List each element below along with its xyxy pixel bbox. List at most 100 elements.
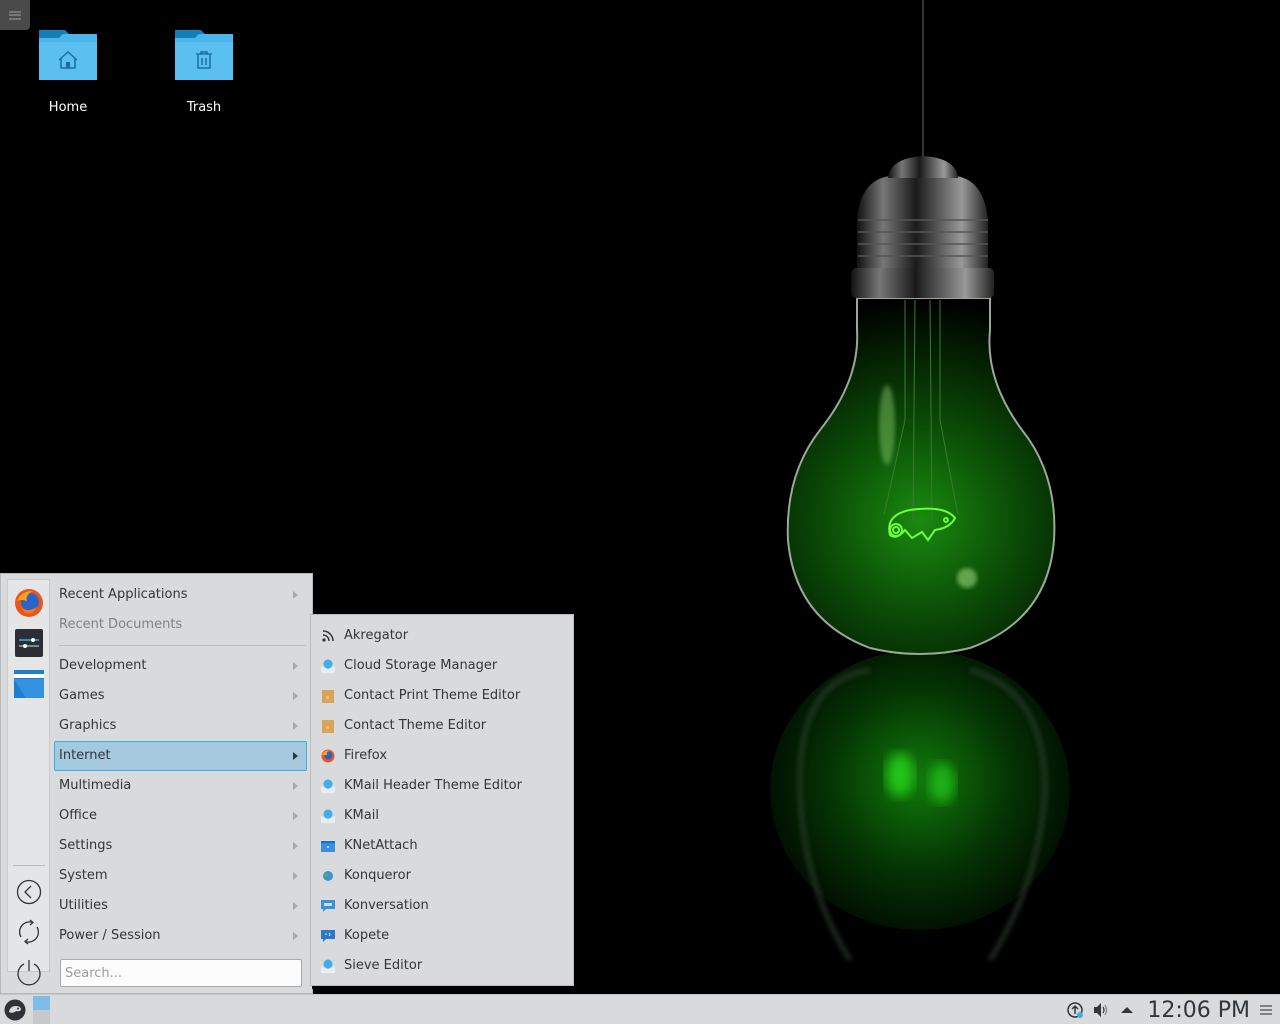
submenu-item-label: KNetAttach	[344, 838, 418, 853]
tray-updates[interactable]	[1065, 1000, 1085, 1020]
menu-item-label: Utilities	[59, 898, 108, 913]
desktop-icon-trash[interactable]: Trash	[154, 28, 254, 115]
menu-item-multimedia[interactable]: Multimedia	[54, 771, 307, 801]
menu-item-label: Settings	[59, 838, 113, 853]
chat-smiley-icon	[321, 930, 335, 942]
mail-envelope-icon	[321, 779, 335, 793]
menu-item-internet[interactable]: Internet	[54, 741, 307, 771]
chat-bubble-icon	[321, 900, 335, 912]
favorite-file-manager[interactable]	[13, 668, 45, 700]
digital-clock[interactable]: 12:06 PM	[1147, 998, 1250, 1023]
menu-item-label: Office	[59, 808, 97, 823]
chevron-right-icon	[293, 722, 298, 730]
mail-envelope-icon	[321, 659, 335, 673]
firefox-icon	[321, 749, 335, 763]
tray-volume[interactable]	[1091, 1000, 1111, 1020]
submenu-item-cloud-storage-manager[interactable]: Cloud Storage Manager	[311, 651, 573, 681]
menu-separator	[59, 645, 306, 646]
chevron-right-icon	[293, 842, 298, 850]
menu-item-power-session[interactable]: Power / Session	[54, 921, 307, 951]
search-input[interactable]	[60, 959, 302, 987]
submenu-item-kmail-header-theme-editor[interactable]: KMail Header Theme Editor	[311, 771, 573, 801]
menu-item-label: System	[59, 868, 108, 883]
menu-categories: Recent Applications Recent Documents Dev…	[54, 580, 307, 951]
back-arrow-icon	[16, 879, 42, 905]
hamburger-menu-icon	[9, 10, 21, 20]
folder-home-icon	[39, 28, 97, 80]
submenu-item-sieve-editor[interactable]: Sieve Editor	[311, 951, 573, 981]
taskbar-panel: 12:06 PM	[0, 994, 1280, 1024]
menu-item-graphics[interactable]: Graphics	[54, 711, 307, 741]
menu-item-utilities[interactable]: Utilities	[54, 891, 307, 921]
menu-item-recent-applications[interactable]: Recent Applications	[54, 580, 307, 610]
menu-item-office[interactable]: Office	[54, 801, 307, 831]
menu-item-games[interactable]: Games	[54, 681, 307, 711]
pager-desktop-1[interactable]	[33, 996, 50, 1010]
notepad-icon	[322, 720, 334, 733]
virtual-desktop-pager[interactable]	[33, 996, 50, 1024]
switch-user-button[interactable]	[15, 918, 43, 946]
submenu-item-firefox[interactable]: Firefox	[311, 741, 573, 771]
submenu-item-label: Akregator	[344, 628, 409, 643]
submenu-item-konqueror[interactable]: Konqueror	[311, 861, 573, 891]
chevron-right-icon	[293, 932, 298, 940]
firefox-icon	[15, 589, 43, 617]
submenu-item-label: Contact Print Theme Editor	[344, 688, 521, 703]
power-icon	[17, 960, 41, 986]
desktop-icon-home[interactable]: Home	[18, 28, 118, 115]
submenu-item-label: Firefox	[344, 748, 388, 763]
submenu-item-label: KMail	[344, 808, 379, 823]
back-button[interactable]	[15, 878, 43, 906]
menu-item-label: Internet	[59, 748, 111, 763]
system-tray: 12:06 PM	[1065, 995, 1280, 1024]
favorite-system-settings[interactable]	[13, 627, 45, 659]
chevron-up-icon	[1121, 1007, 1134, 1013]
sidebar-separator	[13, 865, 45, 866]
network-folder-icon	[321, 841, 335, 852]
menu-item-label: Multimedia	[59, 778, 132, 793]
menu-sidebar	[7, 579, 50, 986]
desktop-toolbox-button[interactable]	[0, 0, 30, 30]
submenu-item-label: Konversation	[344, 898, 429, 913]
menu-item-development[interactable]: Development	[54, 651, 307, 681]
tray-expand-button[interactable]	[1117, 1000, 1137, 1020]
chevron-right-icon	[293, 902, 298, 910]
submenu-item-kopete[interactable]: Kopete	[311, 921, 573, 951]
submenu-item-akregator[interactable]: Akregator	[311, 621, 573, 651]
submenu-item-knetattach[interactable]: KNetAttach	[311, 831, 573, 861]
pager-desktop-2[interactable]	[33, 1010, 50, 1024]
submenu-item-label: KMail Header Theme Editor	[344, 778, 522, 793]
favorite-firefox[interactable]	[13, 587, 45, 619]
application-launcher-menu: Recent Applications Recent Documents Dev…	[0, 573, 313, 994]
submenu-item-label: Contact Theme Editor	[344, 718, 487, 733]
menu-item-label: Graphics	[59, 718, 117, 733]
panel-options-button[interactable]	[1260, 1005, 1272, 1015]
shutdown-button[interactable]	[15, 958, 43, 986]
mail-envelope-icon	[321, 959, 335, 973]
menu-item-settings[interactable]: Settings	[54, 831, 307, 861]
application-launcher-button[interactable]	[4, 999, 26, 1021]
menu-item-label: Development	[59, 658, 147, 673]
submenu-item-konversation[interactable]: Konversation	[311, 891, 573, 921]
menu-item-label: Recent Applications	[59, 587, 188, 602]
submenu-item-contact-theme-editor[interactable]: Contact Theme Editor	[311, 711, 573, 741]
folder-trash-icon	[175, 28, 233, 80]
settings-sliders-icon	[15, 629, 43, 657]
chevron-right-icon	[293, 872, 298, 880]
submenu-item-label: Konqueror	[344, 868, 411, 883]
submenu-item-kmail[interactable]: KMail	[311, 801, 573, 831]
chevron-right-icon	[293, 692, 298, 700]
menu-item-recent-documents: Recent Documents	[54, 610, 307, 640]
rss-feed-icon	[322, 630, 334, 642]
chevron-right-icon	[293, 752, 298, 760]
menu-item-label: Games	[59, 688, 105, 703]
menu-item-system[interactable]: System	[54, 861, 307, 891]
opensuse-chameleon-icon	[4, 999, 26, 1021]
submenu-item-label: Sieve Editor	[344, 958, 423, 973]
bulb-socket	[857, 176, 988, 268]
speaker-icon	[1094, 1003, 1108, 1017]
bulb-glass	[786, 297, 1056, 655]
submenu-item-contact-print-theme-editor[interactable]: Contact Print Theme Editor	[311, 681, 573, 711]
chevron-right-icon	[293, 782, 298, 790]
chevron-right-icon	[293, 591, 298, 599]
